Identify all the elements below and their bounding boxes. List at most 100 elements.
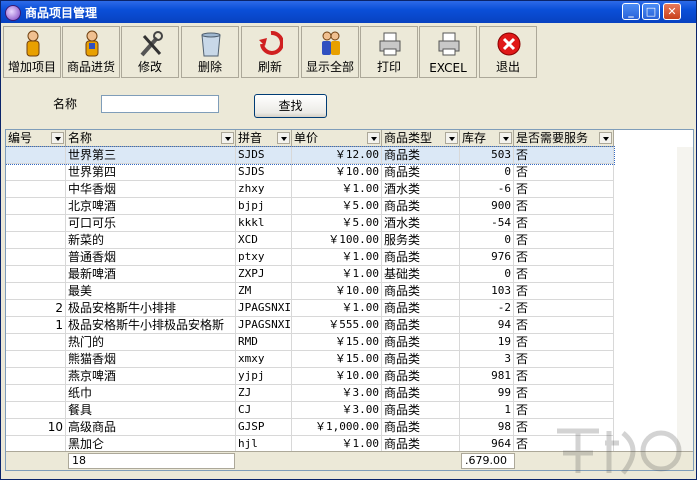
cell-id: 2: [6, 300, 66, 317]
cell-pinyin: ZXPJ: [236, 266, 292, 283]
dropdown-arrow-icon[interactable]: [445, 132, 458, 144]
column-header-name[interactable]: 名称: [66, 130, 236, 147]
cell-pinyin: JPAGSNXI: [236, 300, 292, 317]
trash-icon: [201, 32, 221, 57]
cell-price: ￥5.00: [292, 198, 382, 215]
cell-pinyin: SJDS: [236, 164, 292, 181]
column-header-type[interactable]: 商品类型: [382, 130, 460, 147]
table-row[interactable]: 2 极品安格斯牛小排排 JPAGSNXI ￥1.00 商品类 -2 否: [6, 300, 614, 317]
table-row[interactable]: 最美 ZM ￥10.00 商品类 103 否: [6, 283, 614, 300]
cell-stock: 0: [460, 232, 514, 249]
stock-in-button[interactable]: 商品进货: [62, 26, 120, 78]
table-row[interactable]: 中华香烟 zhxy ￥1.00 酒水类 -6 否: [6, 181, 614, 198]
cell-service: 否: [514, 351, 614, 368]
cell-service: 否: [514, 300, 614, 317]
find-button[interactable]: 查找: [254, 94, 327, 118]
cell-id: [6, 266, 66, 283]
cell-name: 极品安格斯牛小排排: [66, 300, 236, 317]
column-header-price[interactable]: 单价: [292, 130, 382, 147]
cell-type: 商品类: [382, 249, 460, 266]
dropdown-arrow-icon[interactable]: [277, 132, 290, 144]
table-row[interactable]: 10 高级商品 GJSP ￥1,000.00 商品类 98 否: [6, 419, 614, 436]
dropdown-arrow-icon[interactable]: [599, 132, 612, 144]
excel-button[interactable]: EXCEL: [419, 26, 477, 78]
table-row[interactable]: 1 极品安格斯牛小排极品安格斯 JPAGSNXI ￥555.00 商品类 94 否: [6, 317, 614, 334]
cell-price: ￥1.00: [292, 266, 382, 283]
column-header-service[interactable]: 是否需要服务: [514, 130, 614, 147]
cell-stock: -6: [460, 181, 514, 198]
column-header-id[interactable]: 编号: [6, 130, 66, 147]
table-row[interactable]: 燕京啤酒 yjpj ￥10.00 商品类 981 否: [6, 368, 614, 385]
cell-service: 否: [514, 215, 614, 232]
exit-icon: [497, 32, 521, 56]
cell-id: [6, 198, 66, 215]
close-button[interactable]: ✕: [663, 3, 681, 20]
minimize-button[interactable]: _: [622, 3, 640, 20]
cell-name: 热门的: [66, 334, 236, 351]
cell-stock: 0: [460, 266, 514, 283]
exit-button[interactable]: 退出: [479, 26, 537, 78]
edit-label: 修改: [137, 60, 162, 74]
table-row[interactable]: 世界第三 SJDS ￥12.00 商品类 503 否: [6, 146, 615, 165]
cell-name: 高级商品: [66, 419, 236, 436]
cell-stock: 103: [460, 283, 514, 300]
cell-type: 商品类: [382, 351, 460, 368]
cell-pinyin: zhxy: [236, 181, 292, 198]
cell-pinyin: xmxy: [236, 351, 292, 368]
cell-name: 最新啤酒: [66, 266, 236, 283]
refresh-label: 刷新: [257, 60, 282, 74]
cell-id: [6, 334, 66, 351]
table-row[interactable]: 餐具 CJ ￥3.00 商品类 1 否: [6, 402, 614, 419]
dropdown-arrow-icon[interactable]: [499, 132, 512, 144]
dropdown-arrow-icon[interactable]: [51, 132, 64, 144]
table-row[interactable]: 普通香烟 ptxy ￥1.00 商品类 976 否: [6, 249, 614, 266]
cell-service: 否: [514, 334, 614, 351]
column-header-stock[interactable]: 库存: [460, 130, 514, 147]
show-all-button[interactable]: 显示全部: [301, 26, 359, 78]
cell-price: ￥15.00: [292, 351, 382, 368]
column-header-label: 拼音: [238, 131, 263, 145]
cell-service: 否: [514, 368, 614, 385]
vertical-scrollbar[interactable]: [677, 147, 693, 451]
table-row[interactable]: 世界第四 SJDS ￥10.00 商品类 0 否: [6, 164, 614, 181]
cell-service: 否: [514, 181, 614, 198]
cell-service: 否: [514, 283, 614, 300]
name-search-input[interactable]: [101, 95, 219, 113]
column-header-label: 名称: [68, 131, 93, 145]
table-row[interactable]: 北京啤酒 bjpj ￥5.00 商品类 900 否: [6, 198, 614, 215]
cell-price: ￥10.00: [292, 368, 382, 385]
table-row[interactable]: 热门的 RMD ￥15.00 商品类 19 否: [6, 334, 614, 351]
delete-button[interactable]: 删除: [181, 26, 239, 78]
edit-button[interactable]: 修改: [121, 26, 179, 78]
refresh-button[interactable]: 刷新: [241, 26, 299, 78]
dropdown-arrow-icon[interactable]: [367, 132, 380, 144]
print-button[interactable]: 打印: [360, 26, 418, 78]
cell-stock: 1: [460, 402, 514, 419]
table-row[interactable]: 新菜的 XCD ￥100.00 服务类 0 否: [6, 232, 614, 249]
dropdown-arrow-icon[interactable]: [221, 132, 234, 144]
cell-service: 否: [514, 232, 614, 249]
refresh-icon: [259, 30, 283, 55]
title-bar[interactable]: 商品项目管理 _ □ ✕: [1, 1, 696, 23]
column-header-label: 单价: [294, 131, 319, 145]
cell-id: [6, 368, 66, 385]
maximize-button[interactable]: □: [642, 3, 660, 20]
table-row[interactable]: 可口可乐 kkkl ￥5.00 酒水类 -54 否: [6, 215, 614, 232]
cell-pinyin: ZJ: [236, 385, 292, 402]
cell-name: 纸巾: [66, 385, 236, 402]
tools-icon: [140, 31, 163, 57]
table-row[interactable]: 熊猫香烟 xmxy ￥15.00 商品类 3 否: [6, 351, 614, 368]
cell-price: ￥1.00: [292, 249, 382, 266]
column-header-pinyin[interactable]: 拼音: [236, 130, 292, 147]
table-row[interactable]: 最新啤酒 ZXPJ ￥1.00 基础类 0 否: [6, 266, 614, 283]
cell-price: ￥3.00: [292, 402, 382, 419]
cell-pinyin: kkkl: [236, 215, 292, 232]
add-item-button[interactable]: 增加项目: [3, 26, 61, 78]
table-row[interactable]: 纸巾 ZJ ￥3.00 商品类 99 否: [6, 385, 614, 402]
cell-name: 普通香烟: [66, 249, 236, 266]
cell-price: ￥10.00: [292, 164, 382, 181]
cell-id: [6, 181, 66, 198]
app-icon: [5, 5, 21, 21]
cell-price: ￥10.00: [292, 283, 382, 300]
cell-type: 基础类: [382, 266, 460, 283]
